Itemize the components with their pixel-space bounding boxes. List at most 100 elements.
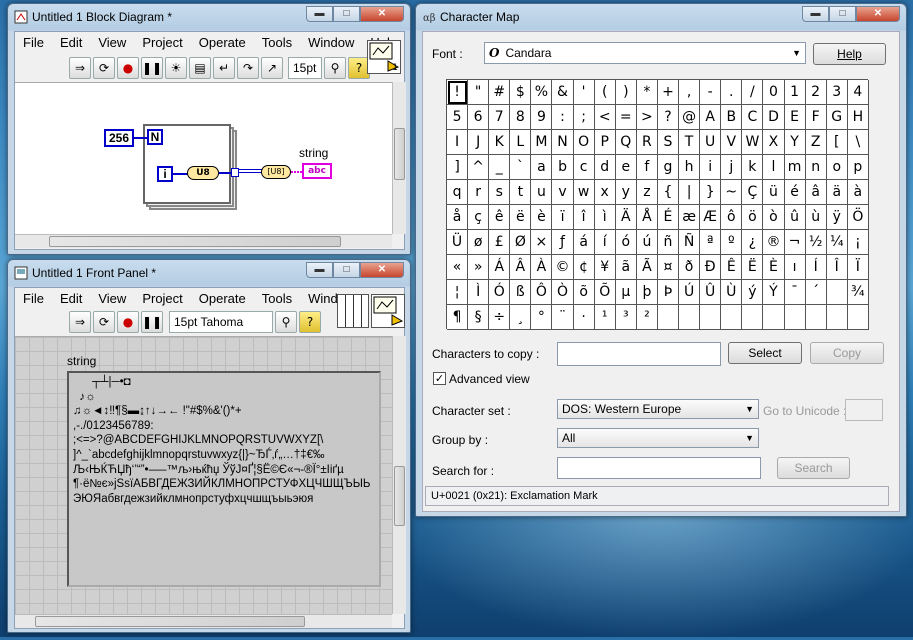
- character-cell[interactable]: _: [489, 155, 511, 180]
- u8-conversion-node[interactable]: U8: [187, 166, 219, 180]
- chars-to-copy-input[interactable]: [557, 342, 721, 366]
- character-cell[interactable]: y: [615, 180, 637, 205]
- character-cell[interactable]: ¼: [826, 230, 848, 255]
- character-set-select[interactable]: DOS: Western Europe ▼: [557, 399, 759, 419]
- character-cell[interactable]: ƒ: [552, 230, 574, 255]
- character-cell[interactable]: >: [636, 105, 658, 130]
- character-cell[interactable]: ÿ: [826, 205, 848, 230]
- fp-menu-project[interactable]: Project: [134, 289, 190, 309]
- character-cell[interactable]: ½: [805, 230, 827, 255]
- front-panel-titlebar[interactable]: Untitled 1 Front Panel * ▬ □ ✕: [8, 260, 410, 288]
- character-cell[interactable]: ú: [636, 230, 658, 255]
- fp-menu-tools[interactable]: Tools: [254, 289, 300, 309]
- group-by-select[interactable]: All ▼: [557, 428, 759, 448]
- character-cell[interactable]: a: [531, 155, 553, 180]
- abort-icon[interactable]: ●: [117, 57, 139, 79]
- character-cell[interactable]: [784, 305, 806, 330]
- character-cell[interactable]: ¦: [447, 280, 469, 305]
- maximize-button[interactable]: □: [333, 6, 360, 22]
- character-cell[interactable]: v: [552, 180, 574, 205]
- character-cell[interactable]: Í: [805, 255, 827, 280]
- character-cell[interactable]: ó: [615, 230, 637, 255]
- character-cell[interactable]: Ö: [847, 205, 869, 230]
- character-cell[interactable]: g: [657, 155, 680, 180]
- character-cell[interactable]: e: [615, 155, 637, 180]
- character-cell[interactable]: u: [531, 180, 553, 205]
- string-indicator[interactable]: ┬┴|─•◘ ♪☼ ♫☼◄↕‼¶§▬↨↑↓→← !"#$%&'()*+ ,-./01…: [67, 371, 381, 587]
- character-cell[interactable]: f: [636, 155, 658, 180]
- block-diagram-canvas[interactable]: 256 N i U8 [U8] string abc: [15, 82, 392, 234]
- character-cell[interactable]: ø: [468, 230, 490, 255]
- character-cell[interactable]: L: [510, 130, 532, 155]
- character-cell[interactable]: [826, 305, 848, 330]
- search-icon[interactable]: ⚲: [275, 311, 297, 333]
- character-cell[interactable]: °: [531, 305, 553, 330]
- character-cell[interactable]: [763, 305, 785, 330]
- select-button[interactable]: Select: [728, 342, 802, 364]
- bd-menu-window[interactable]: Window: [300, 33, 362, 53]
- character-cell[interactable]: ä: [826, 180, 848, 205]
- character-cell[interactable]: P: [594, 130, 616, 155]
- run-arrow-icon[interactable]: ⇒: [69, 57, 91, 79]
- character-cell[interactable]: ¾: [847, 280, 869, 305]
- character-cell[interactable]: ö: [742, 205, 764, 230]
- character-cell[interactable]: x: [594, 180, 616, 205]
- loop-count-terminal[interactable]: N: [147, 129, 163, 145]
- close-button[interactable]: ✕: [360, 6, 404, 22]
- character-cell[interactable]: æ: [679, 205, 701, 230]
- character-cell[interactable]: (: [594, 80, 616, 105]
- character-cell[interactable]: X: [763, 130, 785, 155]
- character-cell[interactable]: Ê: [721, 255, 743, 280]
- character-cell[interactable]: 2: [805, 80, 827, 105]
- character-cell[interactable]: Ú: [679, 280, 701, 305]
- character-cell[interactable]: C: [742, 105, 764, 130]
- character-cell[interactable]: Y: [784, 130, 806, 155]
- bd-menu-file[interactable]: File: [15, 33, 52, 53]
- vertical-scroll-thumb[interactable]: [394, 466, 405, 526]
- fp-menu-file[interactable]: File: [15, 289, 52, 309]
- character-cell[interactable]: ¯: [784, 280, 806, 305]
- character-cell[interactable]: V: [721, 130, 743, 155]
- horizontal-scroll-thumb[interactable]: [49, 236, 341, 247]
- character-cell[interactable]: B: [721, 105, 743, 130]
- character-cell[interactable]: ¸: [510, 305, 532, 330]
- character-cell[interactable]: S: [657, 130, 680, 155]
- character-map-titlebar[interactable]: αβ Character Map ▬ □ ✕: [416, 4, 906, 32]
- character-cell[interactable]: Á: [489, 255, 511, 280]
- character-cell[interactable]: È: [763, 255, 785, 280]
- run-continuously-icon[interactable]: ⟳: [93, 57, 115, 79]
- character-cell[interactable]: +: [657, 80, 680, 105]
- array-tunnel[interactable]: [231, 168, 239, 177]
- character-cell[interactable]: Z: [805, 130, 827, 155]
- help-button[interactable]: Help: [813, 43, 886, 65]
- character-cell[interactable]: O: [573, 130, 595, 155]
- character-cell[interactable]: Â: [510, 255, 532, 280]
- character-cell[interactable]: û: [784, 205, 806, 230]
- character-cell[interactable]: î: [573, 205, 595, 230]
- character-cell[interactable]: Ì: [468, 280, 490, 305]
- character-cell[interactable]: µ: [615, 280, 637, 305]
- character-cell[interactable]: 6: [468, 105, 490, 130]
- character-cell[interactable]: q: [447, 180, 469, 205]
- byte-array-to-string-node[interactable]: [U8]: [261, 165, 291, 179]
- character-cell[interactable]: `: [510, 155, 532, 180]
- character-cell[interactable]: á: [573, 230, 595, 255]
- character-cell[interactable]: Û: [700, 280, 722, 305]
- character-cell[interactable]: w: [573, 180, 595, 205]
- character-cell[interactable]: 3: [826, 80, 848, 105]
- vi-icon[interactable]: 1: [367, 40, 401, 74]
- character-cell[interactable]: .: [721, 80, 743, 105]
- character-cell[interactable]: :: [552, 105, 574, 130]
- character-cell[interactable]: /: [742, 80, 764, 105]
- character-cell[interactable]: 8: [510, 105, 532, 130]
- character-cell[interactable]: «: [447, 255, 469, 280]
- character-cell[interactable]: 0: [763, 80, 785, 105]
- close-button[interactable]: ✕: [360, 262, 404, 278]
- character-cell[interactable]: [847, 305, 869, 330]
- character-cell[interactable]: 1: [784, 80, 806, 105]
- character-cell[interactable]: l: [763, 155, 785, 180]
- character-cell[interactable]: [742, 305, 764, 330]
- run-arrow-icon[interactable]: ⇒: [69, 311, 91, 333]
- character-cell[interactable]: F: [805, 105, 827, 130]
- character-cell[interactable]: ð: [679, 255, 701, 280]
